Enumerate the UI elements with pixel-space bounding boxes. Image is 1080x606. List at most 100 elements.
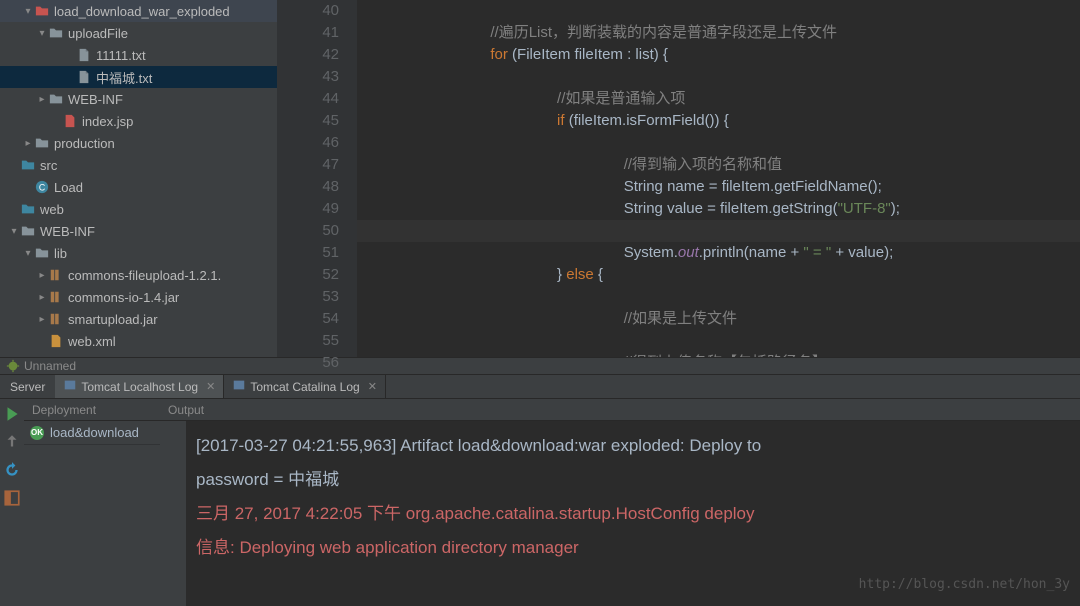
- folder-red-icon: [34, 3, 50, 19]
- console-line: [2017-03-27 04:21:55,963] Artifact load&…: [196, 429, 1070, 463]
- status-ok-icon: OK: [30, 426, 44, 440]
- tomcat-icon: [232, 378, 246, 395]
- folder-icon: [20, 223, 36, 239]
- code-line[interactable]: [357, 220, 1080, 242]
- deployment-toolbar: [0, 399, 24, 606]
- run-config-bar[interactable]: Unnamed: [0, 357, 1080, 375]
- code-line[interactable]: //如果是普通输入项: [357, 88, 1080, 110]
- folder-icon: [48, 91, 64, 107]
- tab-label: Tomcat Localhost Log: [81, 380, 198, 394]
- code-line[interactable]: //遍历List，判断装载的内容是普通字段还是上传文件: [357, 22, 1080, 44]
- output-header: Output: [160, 399, 1080, 421]
- tree-item[interactable]: ▾ load_download_war_exploded: [0, 0, 277, 22]
- tree-label: web: [40, 202, 64, 217]
- tree-item[interactable]: ▾WEB-INF: [0, 220, 277, 242]
- tree-label: 中福城.txt: [96, 68, 152, 87]
- code-line[interactable]: } else {: [357, 264, 1080, 286]
- tree-arrow-icon: ▾: [8, 226, 20, 237]
- tree-label: web.xml: [68, 334, 116, 349]
- tree-arrow-icon: ▸: [36, 270, 48, 281]
- tree-item[interactable]: 中福城.txt: [0, 66, 277, 88]
- code-line[interactable]: [357, 286, 1080, 308]
- code-line[interactable]: System.out.println(name + " = " + value)…: [357, 242, 1080, 264]
- tree-arrow-icon: ▸: [36, 94, 48, 105]
- tree-item[interactable]: ▸ commons-fileupload-1.2.1.: [0, 264, 277, 286]
- tree-item[interactable]: ▸smartupload.jar: [0, 308, 277, 330]
- code-line[interactable]: [357, 0, 1080, 22]
- jsp-icon: [62, 113, 78, 129]
- project-tree[interactable]: ▾ load_download_war_exploded ▾uploadFile 11…: [0, 0, 277, 357]
- close-icon[interactable]: ✕: [368, 380, 377, 393]
- code-line[interactable]: String name = fileItem.getFieldName();: [357, 176, 1080, 198]
- line-number: 47: [277, 154, 339, 176]
- code-line[interactable]: [357, 132, 1080, 154]
- line-number: 45: [277, 110, 339, 132]
- output-toolbar: [160, 421, 186, 606]
- line-number: 50: [277, 220, 339, 242]
- tree-item[interactable]: C Load: [0, 176, 277, 198]
- tree-item[interactable]: src: [0, 154, 277, 176]
- folder-icon: [34, 245, 50, 261]
- jar-icon: [48, 267, 64, 283]
- line-number: 48: [277, 176, 339, 198]
- line-number: 56: [277, 352, 339, 374]
- editor-gutter: 4041424344454647484950515253545556: [277, 0, 357, 357]
- bottom-tabs-row: Server Tomcat Localhost Log✕Tomcat Catal…: [0, 375, 1080, 399]
- tree-label: lib: [54, 246, 67, 261]
- deployment-panel: Deployment OK load&download: [0, 399, 160, 606]
- console-line: 三月 27, 2017 4:22:05 下午 org.apache.catali…: [196, 497, 1070, 531]
- tree-label: 11111.txt: [96, 48, 146, 63]
- class-icon: C: [34, 179, 50, 195]
- tree-label: smartupload.jar: [68, 312, 158, 327]
- tree-arrow-icon: ▾: [22, 6, 34, 17]
- run-icon[interactable]: [3, 405, 21, 423]
- code-line[interactable]: [357, 330, 1080, 352]
- code-line[interactable]: [357, 66, 1080, 88]
- tree-arrow-icon: ▾: [22, 248, 34, 259]
- refresh-icon[interactable]: [3, 461, 21, 479]
- code-line[interactable]: String value = fileItem.getString("UTF-8…: [357, 198, 1080, 220]
- code-line[interactable]: //得到输入项的名称和值: [357, 154, 1080, 176]
- line-number: 52: [277, 264, 339, 286]
- tree-item[interactable]: web: [0, 198, 277, 220]
- tree-arrow-icon: ▾: [36, 28, 48, 39]
- tree-item[interactable]: 11111.txt: [0, 44, 277, 66]
- tree-label: src: [40, 158, 57, 173]
- tree-item[interactable]: web.xml: [0, 330, 277, 352]
- tree-item[interactable]: ▾uploadFile: [0, 22, 277, 44]
- deployment-artifact[interactable]: OK load&download: [24, 421, 160, 445]
- tree-item[interactable]: ▸ WEB-INF: [0, 88, 277, 110]
- tree-item[interactable]: ▾ lib: [0, 242, 277, 264]
- code-line[interactable]: //得到上传名称【包括路径名】: [357, 352, 1080, 357]
- line-number: 43: [277, 66, 339, 88]
- upload-icon[interactable]: [3, 433, 21, 451]
- line-number: 44: [277, 88, 339, 110]
- output-console[interactable]: [2017-03-27 04:21:55,963] Artifact load&…: [186, 421, 1080, 606]
- tree-label: commons-fileupload-1.2.1.: [68, 268, 221, 283]
- tree-label: load_download_war_exploded: [54, 4, 230, 19]
- server-tab-label[interactable]: Server: [0, 375, 55, 398]
- log-tab[interactable]: Tomcat Catalina Log ✕: [224, 375, 386, 398]
- xml-icon: [48, 333, 64, 349]
- tree-label: WEB-INF: [68, 92, 123, 107]
- tomcat-icon: [63, 378, 77, 395]
- code-line[interactable]: for (FileItem fileItem : list) {: [357, 44, 1080, 66]
- folder-blue-icon: [20, 157, 36, 173]
- tree-arrow-icon: ▸: [36, 292, 48, 303]
- line-number: 54: [277, 308, 339, 330]
- folder-blue-icon: [20, 201, 36, 217]
- line-number: 53: [277, 286, 339, 308]
- log-tab[interactable]: Tomcat Localhost Log ✕: [55, 375, 224, 398]
- tree-label: Load: [54, 180, 83, 195]
- tree-item[interactable]: index.jsp: [0, 110, 277, 132]
- layout-icon[interactable]: [3, 489, 21, 507]
- code-line[interactable]: //如果是上传文件: [357, 308, 1080, 330]
- close-icon[interactable]: ✕: [206, 380, 215, 393]
- tree-item[interactable]: ▸commons-io-1.4.jar: [0, 286, 277, 308]
- tab-label: Tomcat Catalina Log: [250, 380, 359, 394]
- code-editor[interactable]: //遍历List，判断装载的内容是普通字段还是上传文件 for (FileIte…: [357, 0, 1080, 357]
- line-number: 40: [277, 0, 339, 22]
- code-line[interactable]: if (fileItem.isFormField()) {: [357, 110, 1080, 132]
- folder-icon: [34, 135, 50, 151]
- tree-item[interactable]: ▸production: [0, 132, 277, 154]
